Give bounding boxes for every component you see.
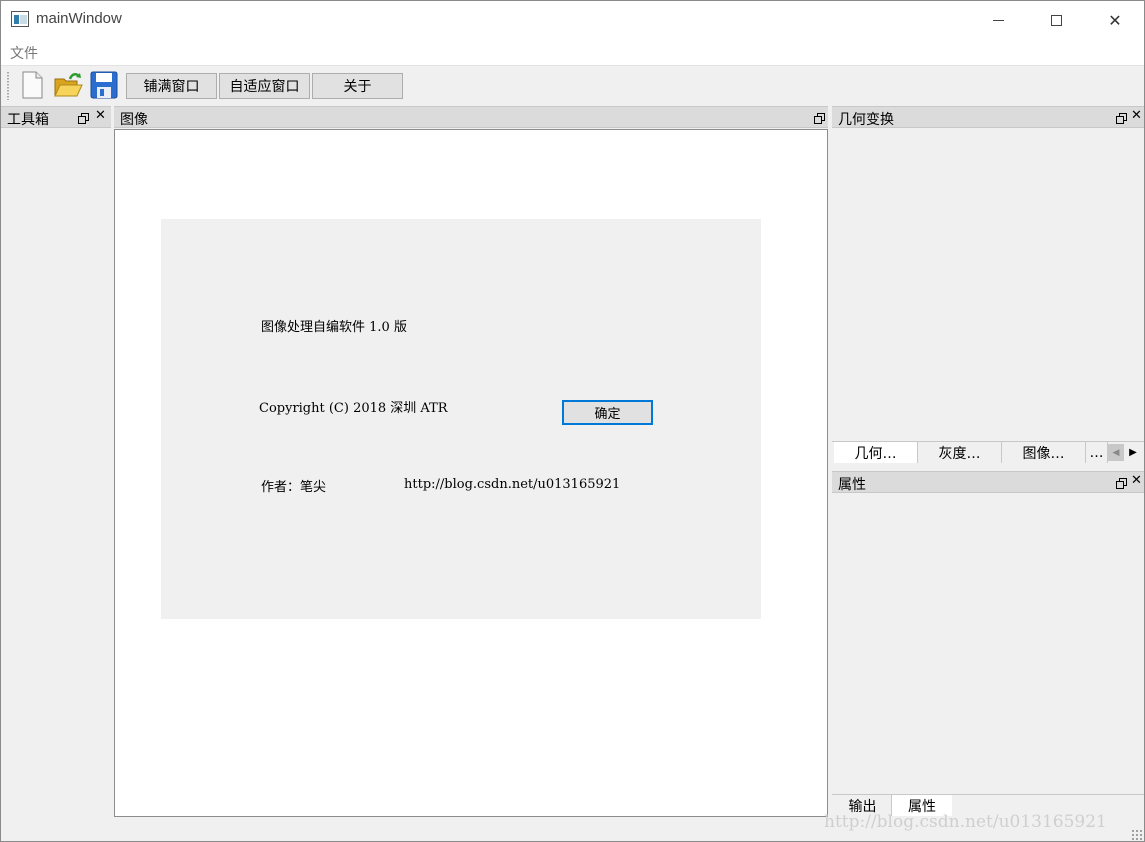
properties-dock-label: 属性 bbox=[838, 477, 866, 493]
geometry-dock-title[interactable]: 几何变换 ✕ bbox=[832, 106, 1144, 128]
float-icon[interactable] bbox=[1116, 113, 1127, 124]
menu-file[interactable]: 文件 bbox=[10, 43, 38, 63]
toolbar: 铺满窗口 自适应窗口 关于 bbox=[1, 65, 1144, 103]
about-author-text: 作者：笔尖 bbox=[261, 480, 327, 495]
geometry-tab-bar: 几何… 灰度… 图像… … ◀ ▶ bbox=[832, 441, 1144, 463]
tab-image[interactable]: 图像… bbox=[1002, 442, 1086, 463]
image-dock-label: 图像 bbox=[120, 112, 148, 128]
tab-scroll-left-button[interactable]: ◀ bbox=[1108, 444, 1124, 461]
app-window-icon bbox=[11, 11, 29, 27]
about-dialog: 图像处理自编软件 1.0 版 Copyright (C) 2018 深圳 ATR… bbox=[161, 219, 761, 619]
chevron-left-icon: ◀ bbox=[1112, 447, 1120, 458]
about-url-text: http://blog.csdn.net/u013165921 bbox=[404, 477, 621, 492]
float-icon[interactable] bbox=[1116, 478, 1127, 489]
close-icon[interactable]: ✕ bbox=[1131, 473, 1142, 488]
close-window-button[interactable]: ✕ bbox=[1086, 1, 1144, 39]
about-button[interactable]: 关于 bbox=[312, 73, 403, 99]
about-version-text: 图像处理自编软件 1.0 版 bbox=[261, 320, 407, 335]
toolbox-dock-title[interactable]: 工具箱 ✕ bbox=[1, 106, 111, 128]
tab-geometry[interactable]: 几何… bbox=[834, 442, 918, 463]
open-folder-icon[interactable] bbox=[53, 70, 83, 100]
main-window: mainWindow ✕ 文件 铺满窗口 自适应窗口 关于 工具箱 ✕ 图像 图… bbox=[0, 0, 1145, 842]
tab-scroll-right-button[interactable]: ▶ bbox=[1125, 444, 1141, 461]
tab-grayscale[interactable]: 灰度… bbox=[918, 442, 1002, 463]
maximize-icon bbox=[1050, 14, 1062, 26]
minimize-icon bbox=[992, 19, 1004, 21]
save-icon[interactable] bbox=[89, 70, 119, 100]
window-title: mainWindow bbox=[36, 10, 122, 27]
watermark: http://blog.csdn.net/u013165921 bbox=[824, 812, 1107, 832]
close-icon[interactable]: ✕ bbox=[95, 108, 106, 123]
new-file-icon[interactable] bbox=[17, 70, 47, 100]
fill-window-button[interactable]: 铺满窗口 bbox=[126, 73, 217, 99]
properties-dock-title[interactable]: 属性 ✕ bbox=[832, 471, 1144, 493]
close-icon[interactable]: ✕ bbox=[1131, 108, 1142, 123]
chevron-right-icon: ▶ bbox=[1129, 447, 1137, 458]
float-icon[interactable] bbox=[814, 113, 825, 124]
ok-button[interactable]: 确定 bbox=[562, 400, 653, 425]
image-dock-title[interactable]: 图像 bbox=[114, 106, 828, 128]
fit-window-button[interactable]: 自适应窗口 bbox=[219, 73, 310, 99]
minimize-button[interactable] bbox=[969, 1, 1027, 39]
image-canvas[interactable]: 图像处理自编软件 1.0 版 Copyright (C) 2018 深圳 ATR… bbox=[114, 129, 828, 817]
close-icon: ✕ bbox=[1108, 10, 1122, 30]
size-grip[interactable] bbox=[1131, 829, 1143, 841]
maximize-button[interactable] bbox=[1027, 1, 1085, 39]
menu-bar: 文件 bbox=[1, 39, 1144, 65]
geometry-dock-label: 几何变换 bbox=[838, 112, 894, 128]
toolbar-grip[interactable] bbox=[7, 72, 9, 100]
toolbox-dock-label: 工具箱 bbox=[7, 112, 49, 128]
float-icon[interactable] bbox=[78, 113, 89, 124]
about-copyright-text: Copyright (C) 2018 深圳 ATR bbox=[259, 401, 448, 416]
tab-more[interactable]: … bbox=[1086, 442, 1108, 463]
title-bar[interactable]: mainWindow ✕ bbox=[1, 1, 1144, 39]
